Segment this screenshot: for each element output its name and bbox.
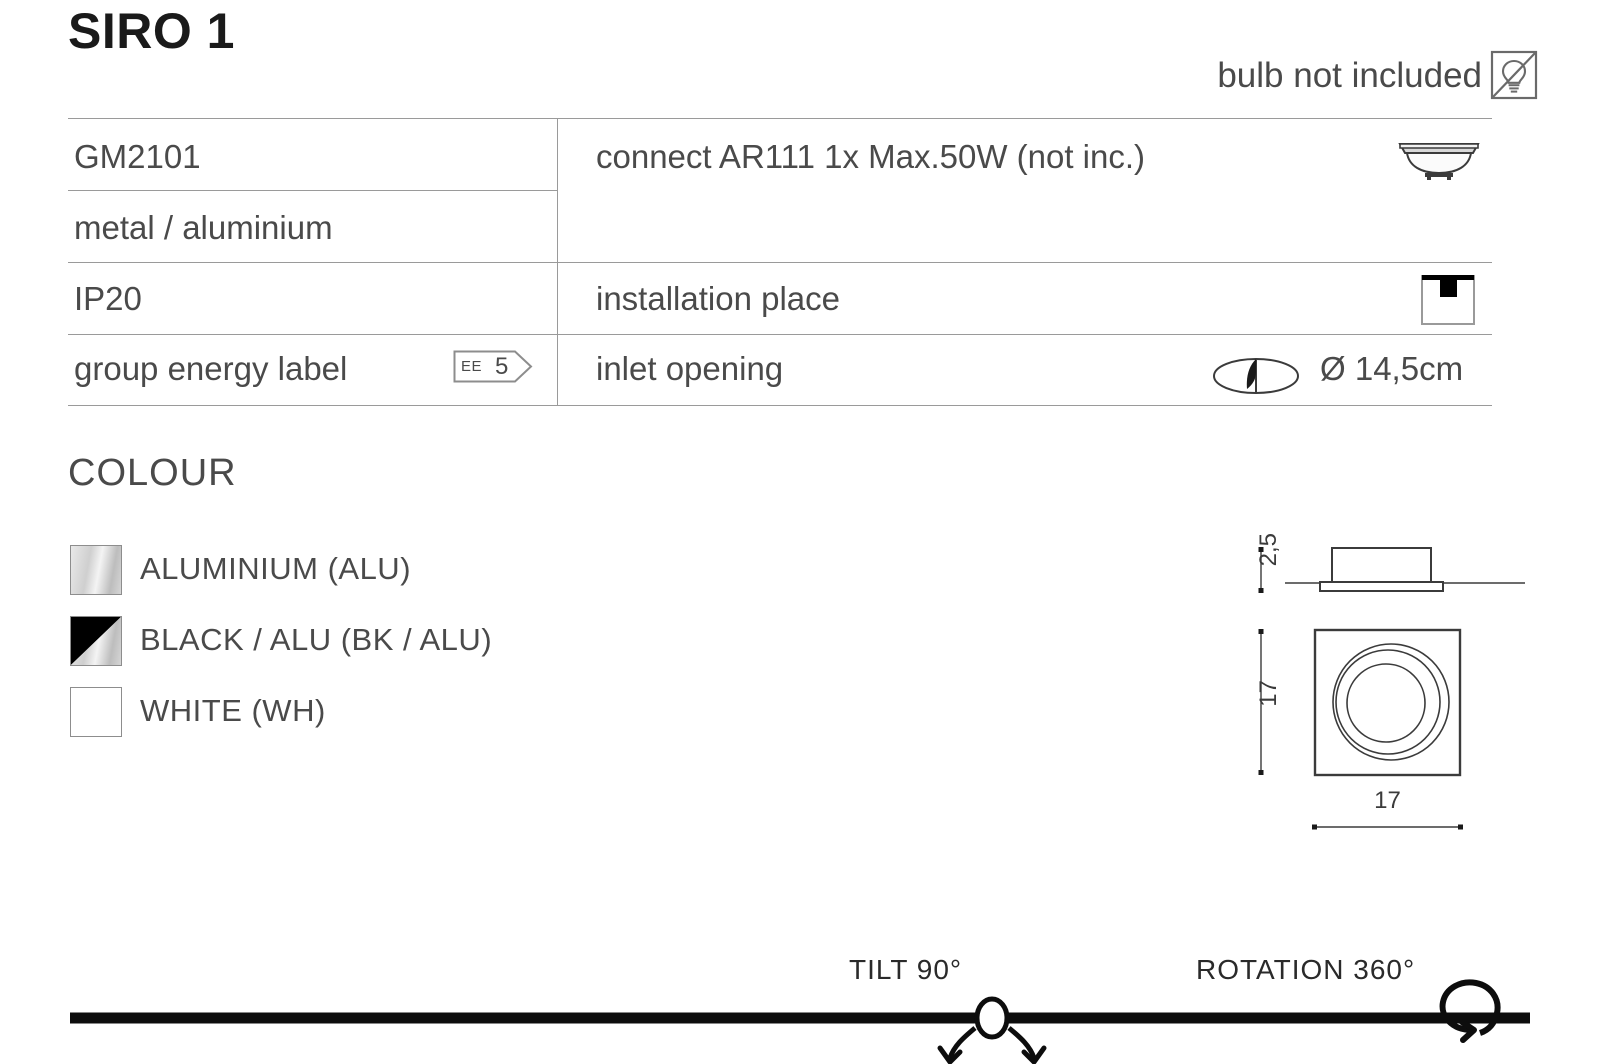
table-cell-inlet-opening: inlet opening — [596, 350, 784, 387]
energy-label-value: 5 — [495, 353, 509, 380]
table-cell-ip-rating: IP20 — [74, 280, 142, 317]
front-view-width-dimension: 17 — [1374, 787, 1401, 814]
colour-label-black-alu: BLACK / ALU (BK / ALU) — [140, 622, 493, 657]
side-view-height-dimension: 2,5 — [1255, 533, 1282, 567]
colour-section-heading: COLOUR — [68, 452, 237, 494]
swatch-black-alu — [70, 616, 122, 666]
colour-label-white: WHITE (WH) — [140, 693, 326, 728]
energy-label-badge: EE 5 — [453, 350, 533, 383]
table-cell-connect: connect AR111 1x Max.50W (not inc.) — [596, 138, 1146, 175]
colour-label-aluminium: ALUMINIUM (ALU) — [140, 551, 412, 586]
table-rule-top — [68, 118, 1492, 119]
table-cell-energy-label: group energy label — [74, 350, 348, 387]
table-rule-bottom — [68, 405, 1492, 406]
inlet-opening-value: Ø 14,5cm — [1320, 350, 1464, 387]
table-vertical-divider — [557, 118, 558, 406]
swatch-white — [70, 687, 122, 737]
swatch-aluminium — [70, 545, 122, 595]
bulb-not-included-label: bulb not included — [1217, 56, 1482, 95]
energy-label-prefix: EE — [461, 358, 483, 375]
table-rule-left-1 — [68, 190, 557, 191]
page-title: SIRO 1 — [68, 3, 235, 59]
motion-capability-bar: TILT 90° ROTATION 360° — [0, 930, 1600, 1064]
front-view-height-dimension: 17 — [1255, 680, 1282, 707]
ar111-lamp-icon — [1398, 143, 1480, 180]
ceiling-mount-icon — [1421, 275, 1475, 325]
table-cell-material: metal / aluminium — [74, 209, 333, 246]
inlet-opening-icon — [1213, 358, 1299, 394]
technical-drawings: 2,5 17 17 — [1215, 515, 1535, 845]
spec-table: GM2101 connect AR111 1x Max.50W (not inc… — [68, 118, 1492, 406]
table-cell-model: GM2101 — [74, 138, 201, 175]
table-cell-installation-place: installation place — [596, 280, 840, 317]
table-rule-3 — [68, 334, 1492, 335]
table-rule-middle — [68, 262, 1492, 263]
bulb-not-included-icon — [1490, 50, 1538, 100]
